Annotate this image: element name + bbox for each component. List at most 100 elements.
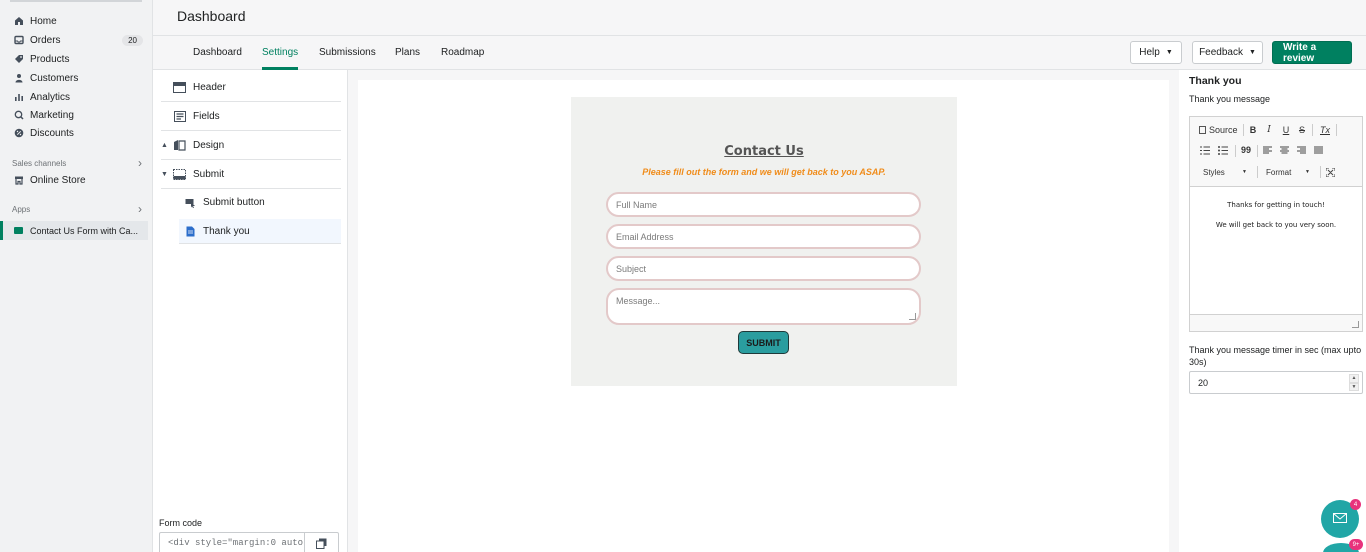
numbered-list-icon[interactable] [1199,144,1211,156]
sidebar-item-contact-form-app[interactable]: Contact Us Form with Ca... [0,221,148,240]
source-button[interactable]: Source [1199,123,1238,137]
blockquote-button[interactable]: 99 [1239,144,1253,156]
align-left-icon[interactable] [1261,144,1273,156]
write-review-button[interactable]: Write a review [1272,41,1352,64]
settings-item-header[interactable]: Header [161,73,341,102]
tag-icon [13,54,24,65]
email-field[interactable]: Email Address [606,224,921,249]
sidebar-item-discounts[interactable]: Discounts [0,124,153,142]
settings-sub-item-submit-button[interactable]: Submit button [179,190,341,215]
justify-icon[interactable] [1312,144,1324,156]
caret-down-icon: ▼ [1165,49,1173,56]
collapse-arrow-icon: ▲ [161,141,168,149]
form-title: Contact Us [724,144,804,159]
sidebar-item-online-store[interactable]: Online Store [0,171,153,189]
page-title: Dashboard [177,8,246,24]
bold-button[interactable]: B [1248,123,1258,137]
sidebar-item-marketing[interactable]: Marketing [0,106,153,124]
tab-roadmap[interactable]: Roadmap [441,47,484,70]
timer-label: Thank you message timer in sec (max upto… [1189,345,1362,367]
styles-dropdown[interactable]: Styles ▼ [1197,165,1253,179]
sales-channels-label: Sales channels [12,158,67,168]
envelope-icon [1333,512,1347,526]
chat-notification-badge: 4 [1350,499,1361,510]
sidebar-item-products[interactable]: Products [0,50,153,68]
form-code-label: Form code [159,518,203,528]
help-button-label: Help [1139,47,1160,58]
settings-item-label: Fields [193,110,220,122]
underline-button[interactable]: U [1281,123,1291,137]
sidebar-item-label: Contact Us Form with Ca... [30,225,139,236]
apps-section[interactable]: Apps › [12,202,142,216]
editor-content-area[interactable]: Thanks for getting in touch! We will get… [1190,187,1362,315]
submit-layout-icon [173,168,186,180]
bulleted-list-icon[interactable] [1217,144,1229,156]
align-center-icon[interactable] [1278,144,1290,156]
design-icon [173,139,186,151]
settings-item-design[interactable]: ▲ Design [161,131,341,160]
tab-dashboard[interactable]: Dashboard [193,47,242,70]
settings-panel: Header Fields ▲ Design ▼ Submit Submit b… [153,70,348,552]
resize-grip-icon[interactable] [909,313,916,320]
tab-submissions[interactable]: Submissions [319,47,376,70]
settings-sub-item-thank-you[interactable]: Thank you [179,219,341,244]
sidebar-item-label: Online Store [30,174,86,186]
settings-item-label: Submit [193,168,225,180]
caret-down-icon: ▼ [1305,169,1310,175]
sidebar-item-customers[interactable]: Customers [0,69,153,87]
message-field[interactable]: Message... [606,288,921,325]
help-button[interactable]: Help ▼ [1130,41,1182,64]
sidebar-item-home[interactable]: Home [0,12,153,30]
expand-arrow-icon: ▼ [161,170,168,178]
settings-item-submit[interactable]: ▼ Submit [161,160,341,189]
sidebar-item-label: Customers [30,72,79,84]
settings-sub-item-label: Submit button [203,197,265,208]
tab-settings[interactable]: Settings [262,47,299,70]
format-label: Format [1266,167,1292,177]
timer-input[interactable] [1190,377,1340,388]
copy-icon[interactable] [304,533,338,552]
admin-sidebar: Home Orders 20 Products Customers Analyt… [0,0,153,552]
editor-line: We will get back to you very soon. [1215,221,1337,229]
sidebar-item-label: Marketing [30,109,74,121]
remove-format-button[interactable]: Tx [1318,123,1332,137]
feedback-button[interactable]: Feedback ▼ [1192,41,1263,64]
align-right-icon[interactable] [1295,144,1307,156]
form-code-input[interactable] [160,538,305,548]
settings-item-fields[interactable]: Fields [161,102,341,131]
secondary-notification-badge: 9+ [1349,539,1363,550]
maximize-icon[interactable] [1324,165,1336,179]
styles-label: Styles [1203,167,1225,177]
strikethrough-button[interactable]: S [1297,123,1307,137]
number-stepper[interactable]: ▲ ▼ [1349,374,1359,391]
editor-line: Thanks for getting in touch! [1227,201,1325,209]
form-submit-button[interactable]: SUBMIT [738,331,789,354]
stepper-down-icon[interactable]: ▼ [1349,382,1359,391]
marketing-icon [13,110,24,121]
sales-channels-section[interactable]: Sales channels › [12,156,142,170]
sidebar-item-label: Analytics [30,91,71,103]
tab-plans[interactable]: Plans [395,47,420,70]
sidebar-item-label: Orders [30,34,61,46]
full-name-field[interactable]: Full Name [606,192,921,217]
source-icon [1199,126,1206,134]
home-icon [13,16,24,27]
stepper-up-icon[interactable]: ▲ [1349,374,1359,383]
orders-count-badge: 20 [122,34,143,46]
settings-item-label: Header [193,81,226,93]
resize-grip-icon[interactable] [1352,321,1359,328]
editor-footer [1190,314,1362,331]
chat-widget-button[interactable]: 4 [1321,499,1361,538]
thank-you-message-label: Thank you message [1189,94,1271,104]
sidebar-item-label: Discounts [30,127,74,139]
subject-field[interactable]: Subject [606,256,921,281]
italic-button[interactable]: I [1264,123,1274,137]
contact-form-preview: Contact Us Please fill out the form and … [571,97,957,386]
thank-you-settings-panel: Thank you Thank you message Source B I U… [1179,70,1366,552]
settings-item-label: Design [193,139,225,151]
discount-icon [13,128,24,139]
sidebar-item-orders[interactable]: Orders 20 [0,31,153,49]
format-dropdown[interactable]: Format ▼ [1260,165,1316,179]
button-cursor-icon [185,197,196,208]
sidebar-item-analytics[interactable]: Analytics [0,88,153,106]
